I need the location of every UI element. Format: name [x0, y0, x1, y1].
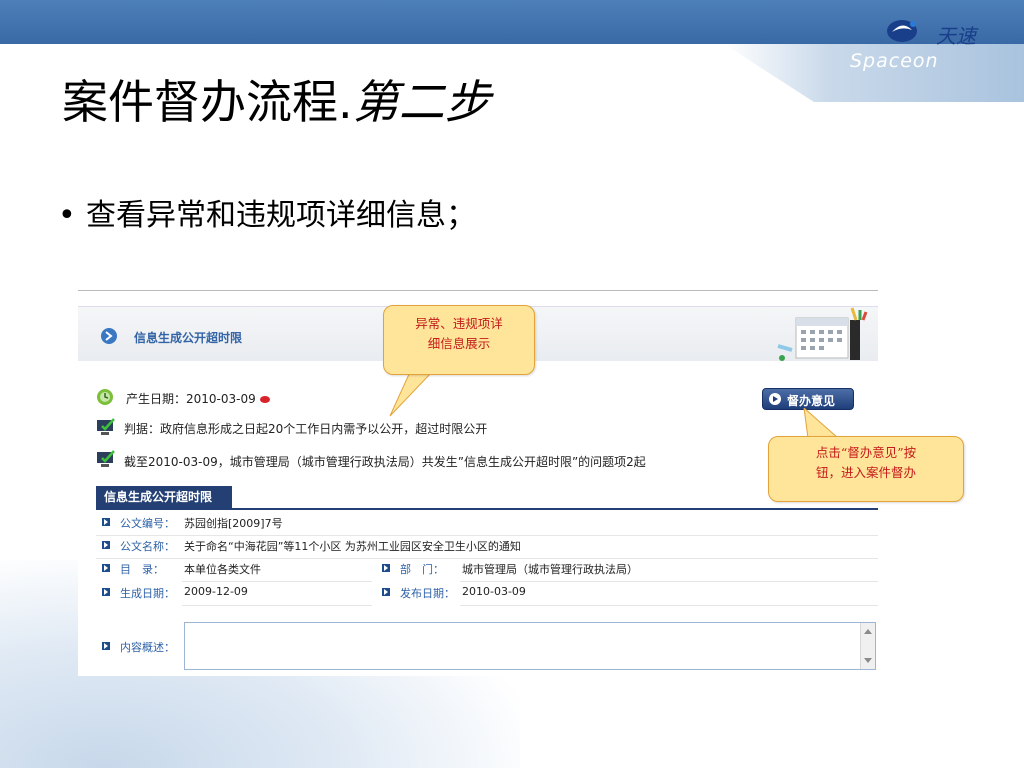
- pub-date-value: 2010-03-09: [462, 585, 526, 598]
- bullet-arrow-icon: [102, 564, 110, 572]
- play-icon: [769, 393, 781, 405]
- basis-text: 判据：政府信息形成之日起20个工作日内需予以公开，超过时限公开: [124, 422, 488, 436]
- field-row-doc-number: 公文编号： 苏园创指[2009]7号: [96, 512, 878, 536]
- header-label: 信息生成公开超时限: [134, 331, 243, 345]
- field-row-summary: 内容概述：: [96, 636, 196, 658]
- alert-dot-icon: [259, 396, 270, 403]
- summary-textarea[interactable]: [184, 622, 876, 670]
- row-divider: [182, 605, 372, 606]
- pub-date-label: 发布日期：: [400, 587, 455, 600]
- summary-text: 截至2010-03-09，城市管理局（城市管理行政执法局）共发生”信息生成公开超…: [124, 455, 646, 469]
- slide-title: 案件督办流程.第二步: [62, 66, 491, 132]
- field-row-dates: 生成日期： 2009-12-09 发布日期： 2010-03-09: [96, 582, 878, 606]
- bullet-marker: •: [58, 198, 76, 233]
- date-row: 产生日期：2010-03-09: [126, 390, 270, 407]
- monitor-check-icon: [97, 418, 115, 435]
- clock-icon: [97, 389, 113, 405]
- bullet-arrow-icon: [102, 541, 110, 549]
- tab-underline: [96, 508, 878, 510]
- dept-label: 部 门：: [400, 563, 444, 576]
- dept-value: 城市管理局（城市管理行政执法局）: [462, 563, 638, 576]
- logo-english-text: Spaceon: [850, 50, 939, 72]
- doc-name-value: 关于命名“中海花园”等11个小区 为苏州工业园区安全卫生小区的通知: [184, 540, 521, 553]
- callout-duban-line2: 钮，进入案件督办: [815, 465, 916, 480]
- gen-date-label: 生成日期：: [120, 587, 175, 600]
- field-row-doc-name: 公文名称： 关于命名“中海花园”等11个小区 为苏州工业园区安全卫生小区的通知: [96, 535, 878, 559]
- textarea-scrollbar[interactable]: [860, 623, 875, 669]
- catalog-value: 本单位各类文件: [184, 563, 261, 576]
- slide-title-main: 案件督办流程.: [62, 75, 353, 129]
- field-row-catalog-dept: 目 录： 本单位各类文件 部 门： 城市管理局（城市管理行政执法局）: [96, 558, 878, 582]
- bullet-arrow-icon: [382, 564, 390, 572]
- row-divider: [460, 605, 878, 606]
- doc-number-value: 苏园创指[2009]7号: [184, 517, 283, 530]
- chevron-right-icon: [101, 328, 117, 344]
- callout-duban-instruction: 点击“督办意见”按 钮，进入案件督办: [768, 436, 964, 502]
- summary-label: 内容概述：: [120, 641, 175, 654]
- logo-mark-icon: [887, 20, 917, 42]
- doc-name-label: 公文名称：: [120, 540, 175, 553]
- duban-opinion-button[interactable]: 督办意见: [762, 388, 854, 410]
- spaceon-logo: 天速 Spaceon: [850, 14, 1010, 78]
- divider: [78, 290, 878, 291]
- duban-opinion-button-label: 督办意见: [787, 394, 836, 408]
- date-label: 产生日期：: [126, 392, 187, 406]
- callout-duban-line1: 点击“督办意见”按: [815, 445, 917, 460]
- bullet-item: • 查看异常和违规项详细信息；: [58, 190, 476, 234]
- monitor-check-icon: [97, 450, 115, 467]
- slide-title-step: 第二步: [352, 75, 491, 129]
- bullet-text: 查看异常和违规项详细信息；: [86, 198, 476, 233]
- scroll-up-arrow-icon[interactable]: [864, 629, 872, 634]
- tab-overdue-info[interactable]: 信息生成公开超时限: [96, 486, 232, 508]
- callout-detail-line2: 细信息展示: [427, 336, 491, 351]
- date-value: 2010-03-09: [186, 392, 256, 406]
- callout-detail-display: 异常、违规项详 细信息展示: [383, 305, 535, 375]
- bullet-arrow-icon: [102, 518, 110, 526]
- callout-tail: [389, 372, 434, 417]
- bullet-arrow-icon: [102, 642, 110, 650]
- logo-chinese-text: 天速: [936, 24, 976, 48]
- bullet-arrow-icon: [102, 588, 110, 596]
- catalog-label: 目 录：: [120, 563, 164, 576]
- calendar-pencil-icon: [777, 307, 868, 361]
- callout-detail-line1: 异常、违规项详: [415, 316, 503, 331]
- bullet-arrow-icon: [382, 588, 390, 596]
- doc-number-label: 公文编号：: [120, 517, 175, 530]
- gen-date-value: 2009-12-09: [184, 585, 248, 598]
- scroll-down-arrow-icon[interactable]: [864, 658, 872, 663]
